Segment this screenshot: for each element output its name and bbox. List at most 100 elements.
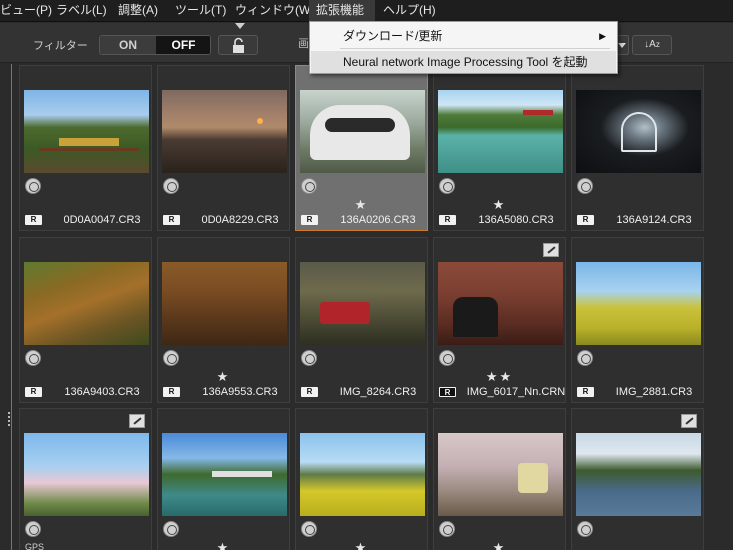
filter-off-option[interactable]: OFF <box>156 36 210 54</box>
edit-icon[interactable] <box>163 350 179 366</box>
lock-icon <box>233 37 244 53</box>
thumbnail[interactable]: R IMG_8264.CR3 <box>295 237 428 403</box>
thumbnail[interactable]: ★ R 136A9553.CR3 <box>157 237 290 403</box>
menu-extensions[interactable]: 拡張機能 <box>309 0 375 22</box>
menu-bar: ビュー(P) ラベル(L) 調整(A) ツール(T) ウィンドウ(W) 拡張機能… <box>0 0 733 22</box>
thumbnail[interactable]: GPS <box>19 408 152 550</box>
photo <box>300 90 425 173</box>
menu-tools[interactable]: ツール(T) <box>175 0 226 22</box>
sort-name-button[interactable]: ↓Az <box>632 35 672 55</box>
star-rating: ★ <box>354 197 369 212</box>
filename: 136A9553.CR3 <box>202 386 278 398</box>
menu-adjust[interactable]: 調整(A) <box>118 0 160 22</box>
edit-icon[interactable] <box>577 350 593 366</box>
raw-badge: R <box>577 215 594 225</box>
star-rating: ★★ <box>485 369 514 384</box>
menu-separator <box>340 48 610 49</box>
raw-badge: R <box>25 215 42 225</box>
thumbnail[interactable]: ★ <box>295 408 428 550</box>
left-panel <box>0 64 12 550</box>
star-rating: ★ <box>216 369 231 384</box>
panel-resize-handle[interactable] <box>8 412 10 426</box>
star-rating: ★ <box>354 540 369 550</box>
filename: IMG_8264.CR3 <box>339 386 417 398</box>
photo <box>576 90 701 173</box>
photo <box>576 433 701 516</box>
photo <box>576 262 701 345</box>
edit-icon[interactable] <box>25 178 41 194</box>
menu-help[interactable]: ヘルプ(H) <box>383 0 436 22</box>
menu-item-download-update[interactable]: ダウンロード/更新 ▶ <box>311 25 616 47</box>
photo <box>162 90 287 173</box>
thumbnail[interactable]: ★ <box>433 408 566 550</box>
link-icon[interactable] <box>681 414 697 428</box>
edit-icon[interactable] <box>163 521 179 537</box>
raw-badge: R <box>439 215 456 225</box>
edit-icon[interactable] <box>25 521 41 537</box>
filename: 0D0A8229.CR3 <box>201 214 279 226</box>
menu-item-label: ダウンロード/更新 <box>343 29 443 43</box>
photo <box>162 262 287 345</box>
photo <box>300 262 425 345</box>
thumbnail[interactable]: R 136A9403.CR3 <box>19 237 152 403</box>
star-rating: ★ <box>492 540 507 550</box>
link-icon[interactable] <box>543 243 559 257</box>
filename: 136A9403.CR3 <box>64 386 140 398</box>
raw-badge: R <box>163 215 180 225</box>
edit-icon[interactable] <box>439 178 455 194</box>
thumbnail[interactable]: ★★ R IMG_6017_Nn.CRN <box>433 237 566 403</box>
app-window: ビュー(P) ラベル(L) 調整(A) ツール(T) ウィンドウ(W) 拡張機能… <box>0 0 733 550</box>
thumbnail[interactable] <box>571 408 704 550</box>
thumbnail[interactable]: R 0D0A8229.CR3 <box>157 65 290 231</box>
star-rating: ★ <box>492 197 507 212</box>
extensions-dropdown-menu: ダウンロード/更新 ▶ Neural network Image Process… <box>309 21 618 74</box>
filename: 0D0A0047.CR3 <box>63 214 141 226</box>
edit-icon[interactable] <box>25 350 41 366</box>
raw-badge: R <box>301 215 318 225</box>
thumbnail[interactable]: R IMG_2881.CR3 <box>571 237 704 403</box>
lock-button[interactable] <box>218 35 258 55</box>
edit-icon[interactable] <box>439 521 455 537</box>
thumbnail-selected[interactable]: ★ R 136A0206.CR3 <box>295 65 428 231</box>
menu-window[interactable]: ウィンドウ(W) <box>235 0 314 22</box>
sort-icon: ↓A <box>644 39 656 50</box>
edit-icon[interactable] <box>577 178 593 194</box>
thumbnail[interactable]: R 0D0A0047.CR3 <box>19 65 152 231</box>
edit-icon[interactable] <box>301 521 317 537</box>
submenu-arrow-icon: ▶ <box>599 31 606 41</box>
link-icon[interactable] <box>129 414 145 428</box>
gps-label: GPS <box>25 542 45 550</box>
sort-icon-sub: z <box>655 40 660 49</box>
thumbnail[interactable]: ★ R 136A5080.CR3 <box>433 65 566 231</box>
photo <box>24 262 149 345</box>
filename: 136A9124.CR3 <box>616 214 692 226</box>
photo <box>300 433 425 516</box>
star-rating: ★ <box>216 540 231 550</box>
photo <box>24 90 149 173</box>
menu-label[interactable]: ラベル(L) <box>56 0 107 22</box>
filter-toggle[interactable]: ON OFF <box>99 35 211 55</box>
filename: IMG_6017_Nn.CRN <box>466 386 566 398</box>
photo <box>438 433 563 516</box>
edit-icon[interactable] <box>163 178 179 194</box>
filename: IMG_2881.CR3 <box>615 386 693 398</box>
filter-label: フィルター <box>33 40 88 52</box>
edit-icon[interactable] <box>301 350 317 366</box>
edit-icon[interactable] <box>439 350 455 366</box>
menu-item-launch-neural-tool[interactable]: Neural network Image Processing Tool を起動 <box>311 51 616 73</box>
photo <box>438 90 563 173</box>
filename: 136A5080.CR3 <box>478 214 554 226</box>
raw-badge: R <box>439 387 456 397</box>
edit-icon[interactable] <box>301 178 317 194</box>
thumbnail[interactable]: ★ <box>157 408 290 550</box>
raw-badge: R <box>301 387 318 397</box>
thumbnail[interactable]: R 136A9124.CR3 <box>571 65 704 231</box>
photo <box>438 262 563 345</box>
raw-badge: R <box>163 387 180 397</box>
edit-icon[interactable] <box>577 521 593 537</box>
chevron-down-icon[interactable] <box>235 23 245 29</box>
filter-on-option[interactable]: ON <box>100 36 156 54</box>
filename: 136A0206.CR3 <box>340 214 416 226</box>
photo <box>24 433 149 516</box>
menu-view[interactable]: ビュー(P) <box>0 0 52 22</box>
